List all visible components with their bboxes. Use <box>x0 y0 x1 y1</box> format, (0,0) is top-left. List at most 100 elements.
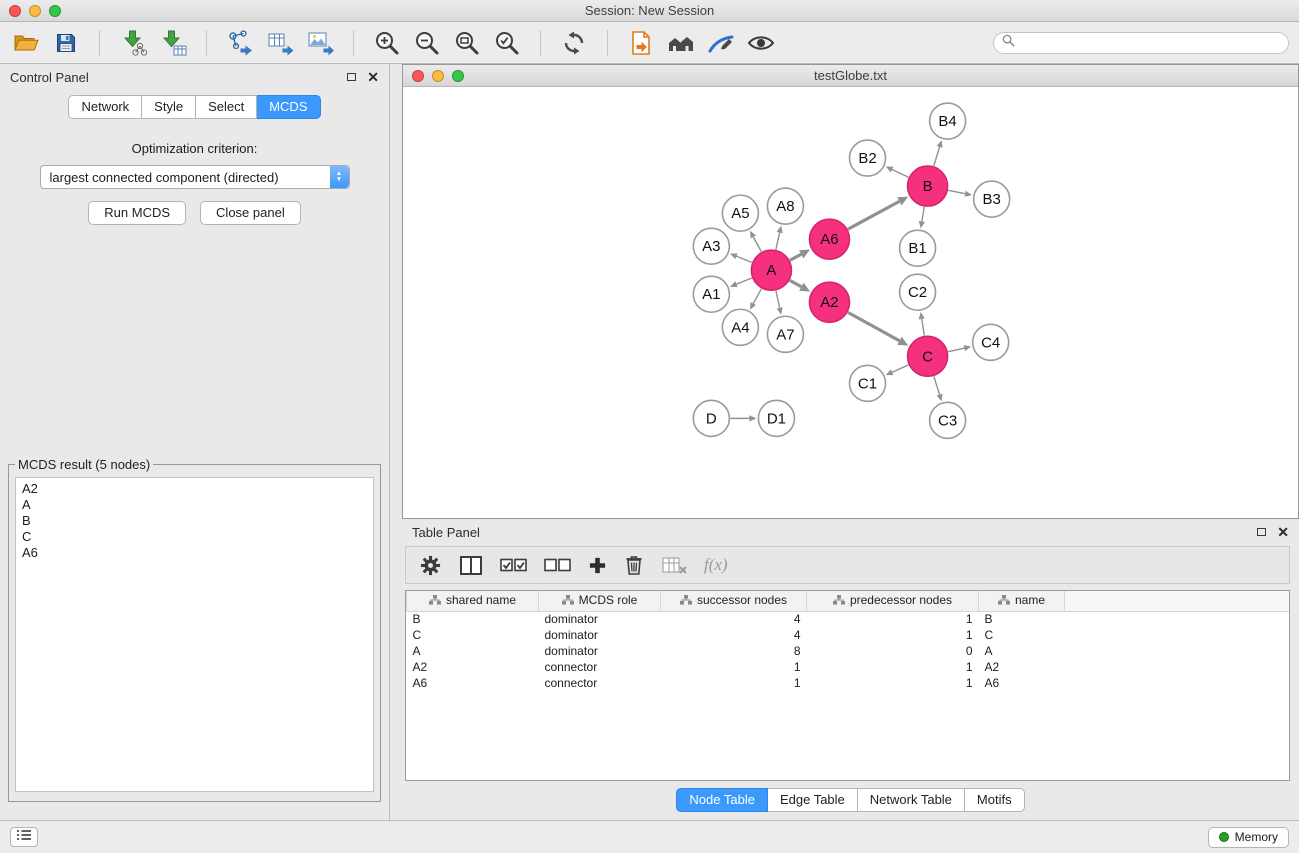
table-cell[interactable]: 1 <box>807 659 979 675</box>
float-control-panel-icon[interactable] <box>347 73 356 81</box>
table-cell[interactable]: B <box>407 611 539 627</box>
show-all-icon[interactable] <box>665 27 697 59</box>
split-panel-icon[interactable] <box>459 555 483 576</box>
search-field[interactable] <box>993 32 1289 54</box>
table-cell[interactable]: C <box>979 627 1065 643</box>
table-cell[interactable]: A6 <box>407 675 539 691</box>
graph-edge-B-B3[interactable] <box>948 190 972 196</box>
tab-network-table[interactable]: Network Table <box>858 788 965 812</box>
graph-edge-C-C3[interactable] <box>934 376 943 401</box>
table-row[interactable]: A2connector11A2 <box>407 659 1290 675</box>
table-cell[interactable]: 1 <box>661 675 807 691</box>
tab-node-table[interactable]: Node Table <box>676 788 768 812</box>
float-table-panel-icon[interactable] <box>1257 528 1266 536</box>
table-cell[interactable]: A2 <box>979 659 1065 675</box>
graph-edge-A-A2[interactable] <box>790 280 810 291</box>
close-panel-button[interactable]: Close panel <box>200 201 301 225</box>
graph-node-A4[interactable]: A4 <box>722 309 758 345</box>
column-header-name[interactable]: name <box>979 591 1065 611</box>
graph-node-C4[interactable]: C4 <box>973 324 1009 360</box>
graph-node-A8[interactable]: A8 <box>767 188 803 224</box>
memory-button[interactable]: Memory <box>1208 827 1289 848</box>
graph-node-B2[interactable]: B2 <box>849 140 885 176</box>
table-cell[interactable]: A <box>979 643 1065 659</box>
graph-node-A7[interactable]: A7 <box>767 316 803 352</box>
network-close-icon[interactable] <box>412 70 424 82</box>
show-hide-icon[interactable] <box>745 27 777 59</box>
network-window-titlebar[interactable]: testGlobe.txt <box>403 65 1298 87</box>
function-builder-button[interactable]: f(x) <box>704 555 728 575</box>
select-all-columns-icon[interactable] <box>500 557 527 573</box>
graph-node-A[interactable]: A <box>751 250 791 290</box>
graph-node-C1[interactable]: C1 <box>849 365 885 401</box>
graph-node-C[interactable]: C <box>908 336 948 376</box>
mcds-result-item[interactable]: A2 <box>22 481 367 497</box>
panel-menu-button[interactable] <box>10 827 38 847</box>
table-cell[interactable]: C <box>407 627 539 643</box>
table-cell[interactable]: 1 <box>807 611 979 627</box>
column-header-shared-name[interactable]: shared name <box>407 591 539 611</box>
graph-edge-A-A4[interactable] <box>750 289 761 310</box>
table-cell[interactable]: dominator <box>539 643 661 659</box>
tab-edge-table[interactable]: Edge Table <box>768 788 858 812</box>
zoom-in-icon[interactable] <box>371 27 403 59</box>
table-row[interactable]: A6connector11A6 <box>407 675 1290 691</box>
graph-node-A5[interactable]: A5 <box>722 195 758 231</box>
titlebar[interactable]: Session: New Session <box>0 0 1299 22</box>
graph-node-A6[interactable]: A6 <box>809 219 849 259</box>
graph-edge-C-C4[interactable] <box>948 345 971 352</box>
graph-edge-A-A7[interactable] <box>776 291 783 315</box>
graph-node-B1[interactable]: B1 <box>900 230 936 266</box>
mcds-result-item[interactable]: B <box>22 513 367 529</box>
table-cell[interactable]: 1 <box>807 675 979 691</box>
graph-node-A3[interactable]: A3 <box>693 228 729 264</box>
graph-edge-B-B2[interactable] <box>886 167 909 178</box>
run-mcds-button[interactable]: Run MCDS <box>88 201 186 225</box>
graph-edge-A-A1[interactable] <box>730 278 752 287</box>
table-cell[interactable]: connector <box>539 675 661 691</box>
graph-edge-B-B1[interactable] <box>919 207 925 229</box>
delete-row-icon[interactable] <box>624 554 644 576</box>
column-header-predecessor-nodes[interactable]: predecessor nodes <box>807 591 979 611</box>
close-table-panel-icon[interactable]: ✕ <box>1277 527 1289 537</box>
graph-edge-A6-B[interactable] <box>848 197 908 230</box>
export-table-icon[interactable] <box>264 27 296 59</box>
tab-select[interactable]: Select <box>196 95 257 119</box>
table-row[interactable]: Cdominator41C <box>407 627 1290 643</box>
table-cell[interactable]: dominator <box>539 611 661 627</box>
graph-edge-A-A5[interactable] <box>750 231 761 252</box>
table-row[interactable]: Adominator80A <box>407 643 1290 659</box>
tab-mcds[interactable]: MCDS <box>257 95 320 119</box>
table-cell[interactable]: A2 <box>407 659 539 675</box>
mcds-result-item[interactable]: C <box>22 529 367 545</box>
network-minimize-icon[interactable] <box>432 70 444 82</box>
optimization-criterion-dropdown[interactable]: largest connected component (directed) ▲… <box>40 165 350 189</box>
tab-network[interactable]: Network <box>68 95 142 119</box>
graph-edge-A-A8[interactable] <box>776 226 783 250</box>
export-image-icon[interactable] <box>304 27 336 59</box>
tab-motifs[interactable]: Motifs <box>965 788 1025 812</box>
graph-node-C2[interactable]: C2 <box>900 274 936 310</box>
import-network-icon[interactable] <box>117 27 149 59</box>
graph-node-B3[interactable]: B3 <box>974 181 1010 217</box>
gear-icon[interactable] <box>419 554 442 577</box>
zoom-selected-icon[interactable] <box>491 27 523 59</box>
table-cell[interactable]: 1 <box>661 659 807 675</box>
open-session-icon[interactable] <box>10 27 42 59</box>
save-session-icon[interactable] <box>50 27 82 59</box>
graph-edge-A2-C[interactable] <box>848 312 908 345</box>
graph-edge-D-D1[interactable] <box>730 415 756 421</box>
table-cell[interactable]: 0 <box>807 643 979 659</box>
graph-edge-C-C2[interactable] <box>919 312 925 336</box>
tab-style[interactable]: Style <box>142 95 196 119</box>
graph-node-D1[interactable]: D1 <box>758 400 794 436</box>
graph-node-B[interactable]: B <box>908 166 948 206</box>
graph-edge-B-B4[interactable] <box>934 140 943 166</box>
graph-node-D[interactable]: D <box>693 400 729 436</box>
style-apply-icon[interactable] <box>705 27 737 59</box>
zoom-out-icon[interactable] <box>411 27 443 59</box>
table-cell[interactable]: 4 <box>661 627 807 643</box>
column-header-mcds-role[interactable]: MCDS role <box>539 591 661 611</box>
mcds-result-item[interactable]: A6 <box>22 545 367 561</box>
table-cell[interactable]: 8 <box>661 643 807 659</box>
